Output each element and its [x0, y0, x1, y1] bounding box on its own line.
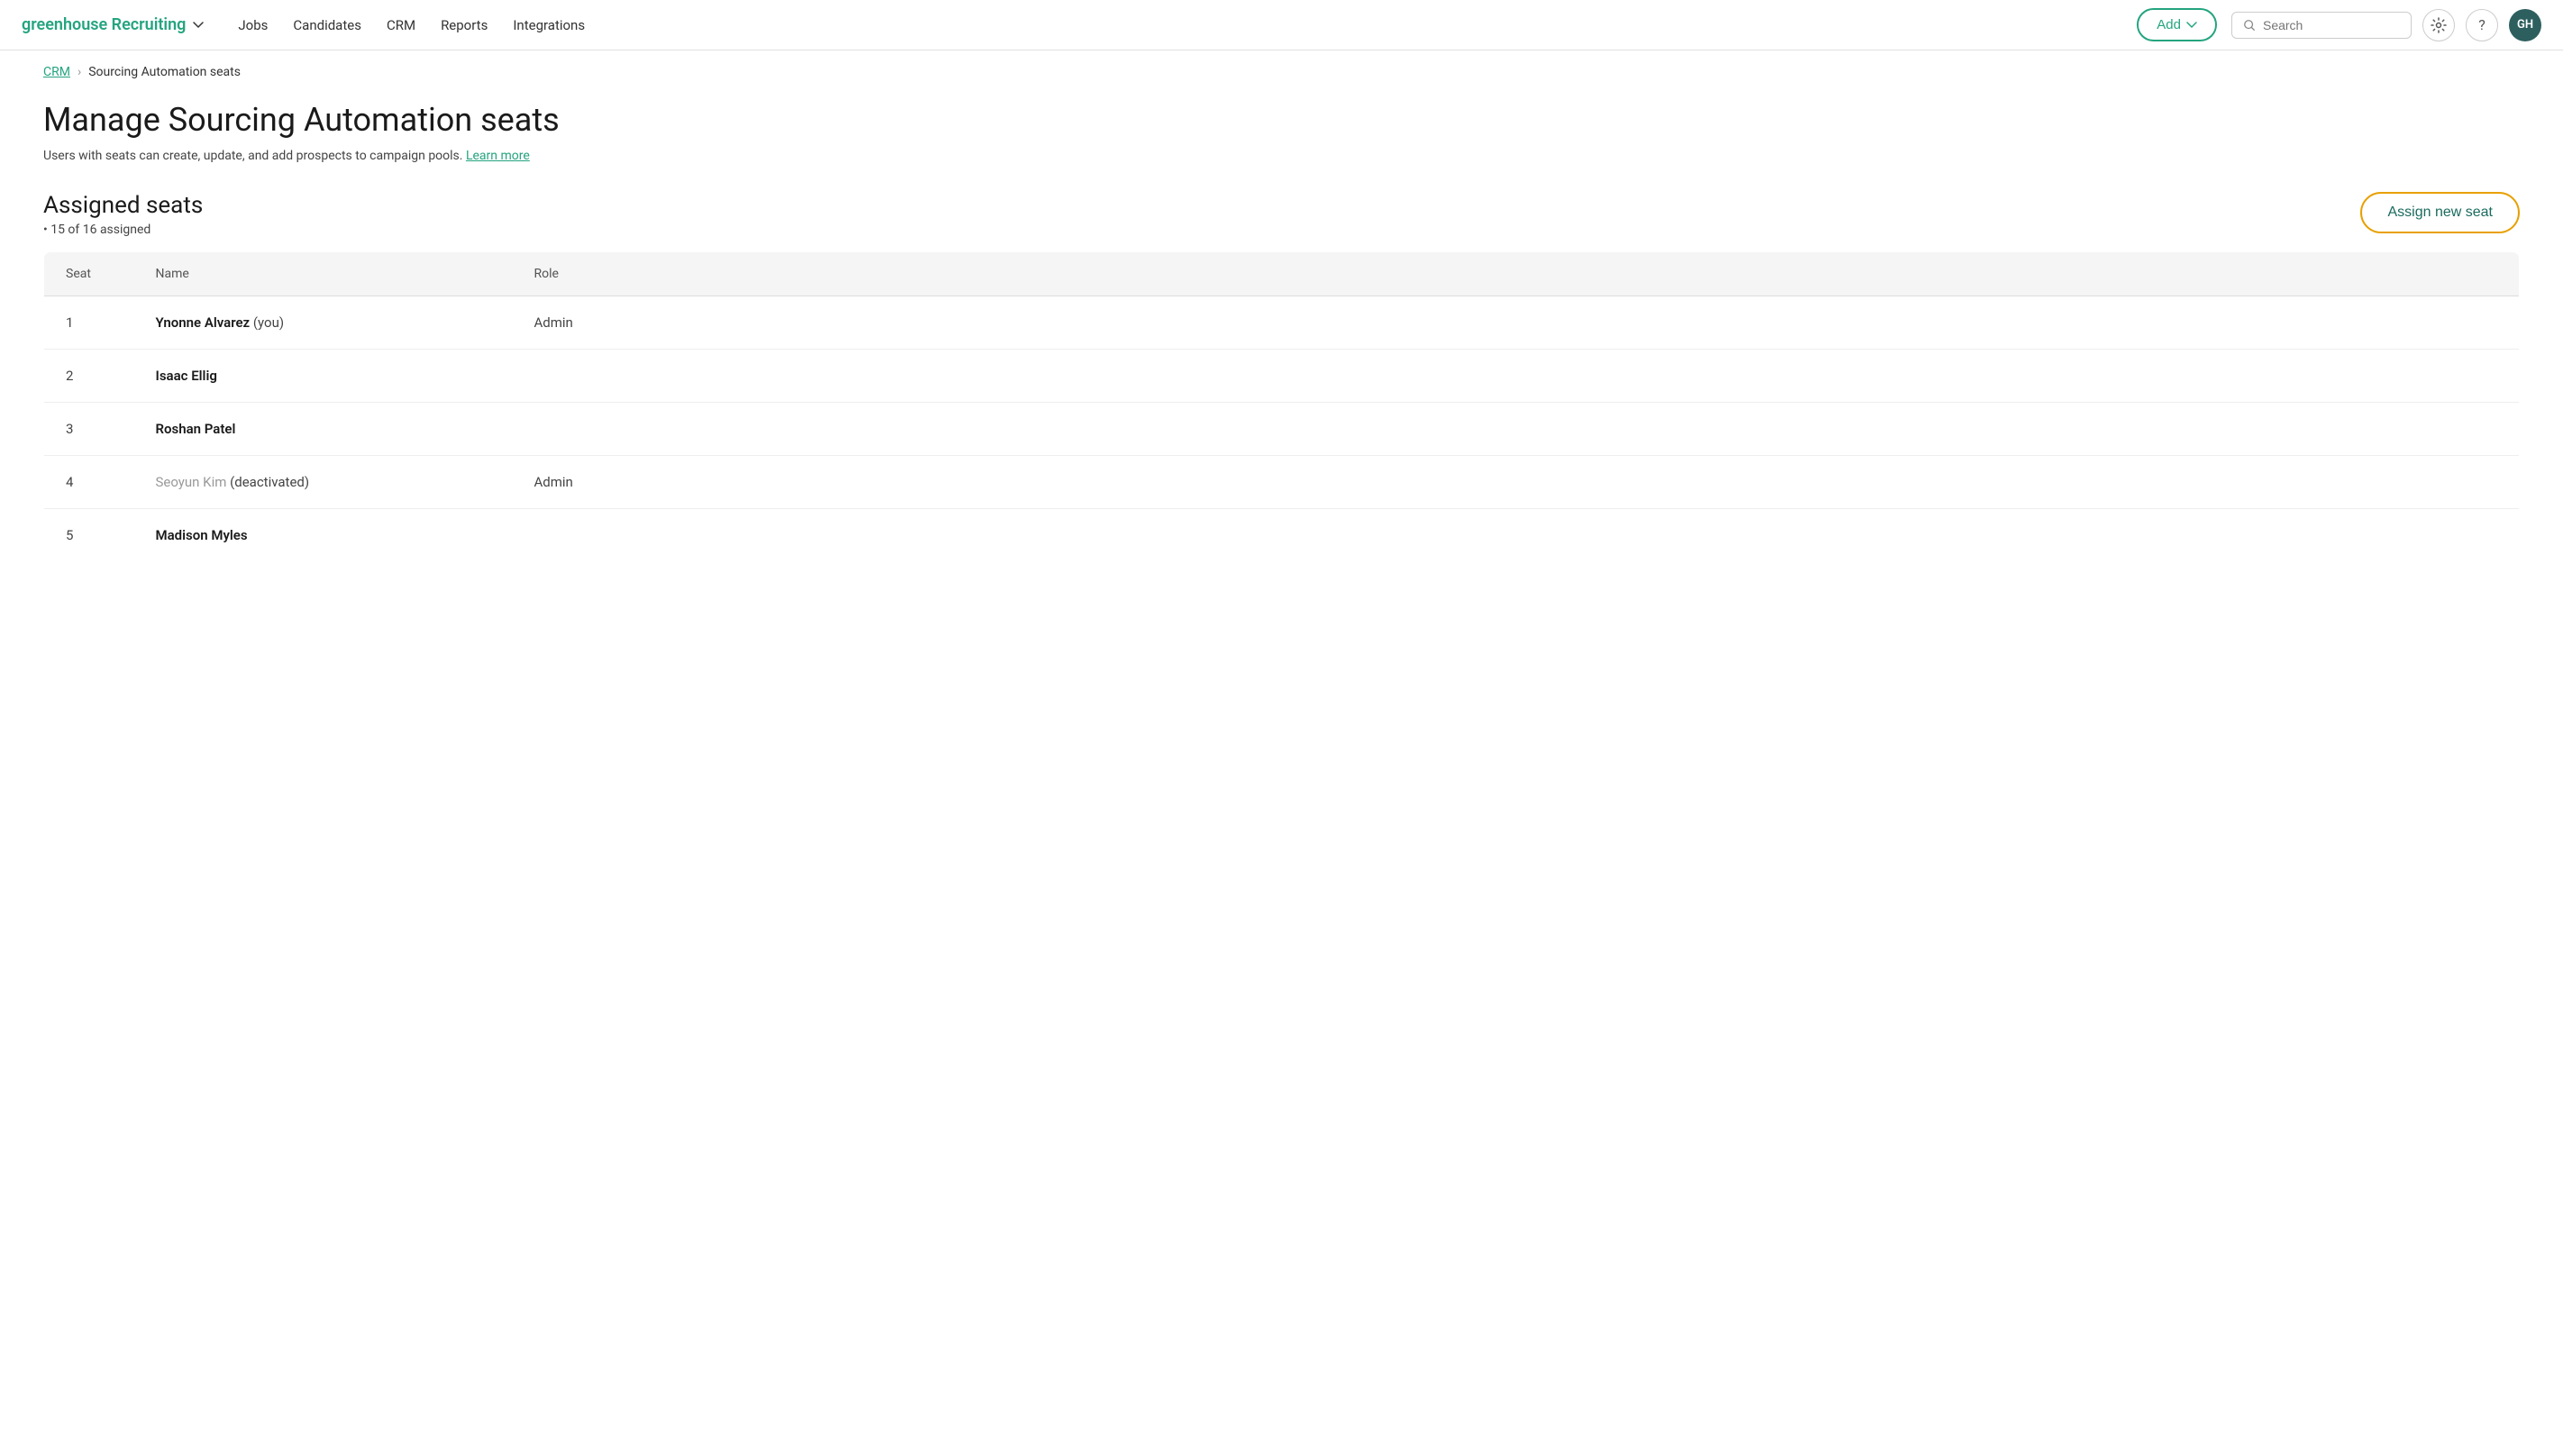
navbar: greenhouse Recruiting Jobs Candidates CR… [0, 0, 2563, 50]
user-name-bold: Isaac Ellig [156, 368, 217, 384]
help-icon-button[interactable]: ? [2466, 9, 2498, 41]
search-input[interactable] [2263, 18, 2400, 32]
settings-icon [2431, 17, 2447, 33]
logo-recruiting: Recruiting [112, 15, 187, 34]
nav-right: ? GH [2231, 9, 2541, 41]
nav-links: Jobs Candidates CRM Reports Integrations [227, 10, 2130, 41]
nav-candidates[interactable]: Candidates [282, 10, 372, 41]
nav-reports[interactable]: Reports [430, 10, 498, 41]
assign-new-seat-button[interactable]: Assign new seat [2360, 192, 2520, 233]
col-seat-header: Seat [44, 252, 134, 296]
nav-crm[interactable]: CRM [376, 10, 426, 41]
user-name-cell: Ynonne Alvarez (you) [134, 296, 513, 350]
breadcrumb-current: Sourcing Automation seats [88, 65, 241, 79]
user-role [513, 509, 2520, 562]
table-body: 1 Ynonne Alvarez (you) Admin 2 Isaac Ell… [44, 296, 2520, 562]
user-name-deactivated: Seoyun Kim [156, 474, 227, 490]
table-header: Seat Name Role [44, 252, 2520, 296]
page-subtitle: Users with seats can create, update, and… [43, 149, 2520, 163]
logo-dropdown-icon[interactable] [191, 20, 205, 31]
user-name-suffix: (you) [253, 314, 284, 331]
add-button[interactable]: Add [2137, 8, 2217, 41]
user-name-bold: Roshan Patel [156, 421, 236, 437]
seat-number: 3 [44, 403, 134, 456]
learn-more-link[interactable]: Learn more [466, 149, 530, 163]
breadcrumb: CRM › Sourcing Automation seats [0, 50, 2563, 86]
add-label: Add [2157, 17, 2181, 32]
seat-number: 4 [44, 456, 134, 509]
section-title-group: Assigned seats • 15 of 16 assigned [43, 192, 203, 237]
seat-number: 2 [44, 350, 134, 403]
user-name-cell: Isaac Ellig [134, 350, 513, 403]
table-row: 4 Seoyun Kim (deactivated) Admin [44, 456, 2520, 509]
search-icon [2243, 18, 2256, 32]
col-role-header: Role [513, 252, 2520, 296]
search-box[interactable] [2231, 12, 2412, 39]
section-count: • 15 of 16 assigned [43, 223, 203, 237]
logo-greenhouse: greenhouse [22, 15, 107, 34]
seat-number: 5 [44, 509, 134, 562]
user-name-bold: Ynonne Alvarez [156, 314, 251, 331]
seats-table: Seat Name Role 1 Ynonne Alvarez (you) Ad… [43, 251, 2520, 562]
col-name-header: Name [134, 252, 513, 296]
table-row: 3 Roshan Patel [44, 403, 2520, 456]
breadcrumb-separator: › [78, 65, 81, 79]
avatar-initials: GH [2517, 18, 2533, 32]
nav-integrations[interactable]: Integrations [502, 10, 596, 41]
user-avatar[interactable]: GH [2509, 9, 2541, 41]
user-name-cell: Madison Myles [134, 509, 513, 562]
user-name-cell: Seoyun Kim (deactivated) [134, 456, 513, 509]
page-title: Manage Sourcing Automation seats [43, 101, 2520, 140]
breadcrumb-crm-link[interactable]: CRM [43, 65, 70, 79]
logo-text: greenhouse Recruiting [22, 15, 186, 34]
section-header: Assigned seats • 15 of 16 assigned Assig… [43, 192, 2520, 237]
user-name-suffix: (deactivated) [230, 474, 309, 490]
seat-number: 1 [44, 296, 134, 350]
table-row: 1 Ynonne Alvarez (you) Admin [44, 296, 2520, 350]
user-name-bold: Madison Myles [156, 527, 248, 543]
table-row: 2 Isaac Ellig [44, 350, 2520, 403]
user-name-cell: Roshan Patel [134, 403, 513, 456]
page-subtitle-text: Users with seats can create, update, and… [43, 149, 462, 163]
logo-area: greenhouse Recruiting [22, 15, 205, 34]
user-role [513, 403, 2520, 456]
user-role [513, 350, 2520, 403]
table-row: 5 Madison Myles [44, 509, 2520, 562]
user-role: Admin [513, 456, 2520, 509]
help-icon: ? [2478, 16, 2485, 33]
nav-jobs[interactable]: Jobs [227, 10, 278, 41]
user-role: Admin [513, 296, 2520, 350]
table-header-row: Seat Name Role [44, 252, 2520, 296]
settings-icon-button[interactable] [2422, 9, 2455, 41]
section-title: Assigned seats [43, 192, 203, 219]
main-content: Manage Sourcing Automation seats Users w… [0, 86, 2563, 591]
